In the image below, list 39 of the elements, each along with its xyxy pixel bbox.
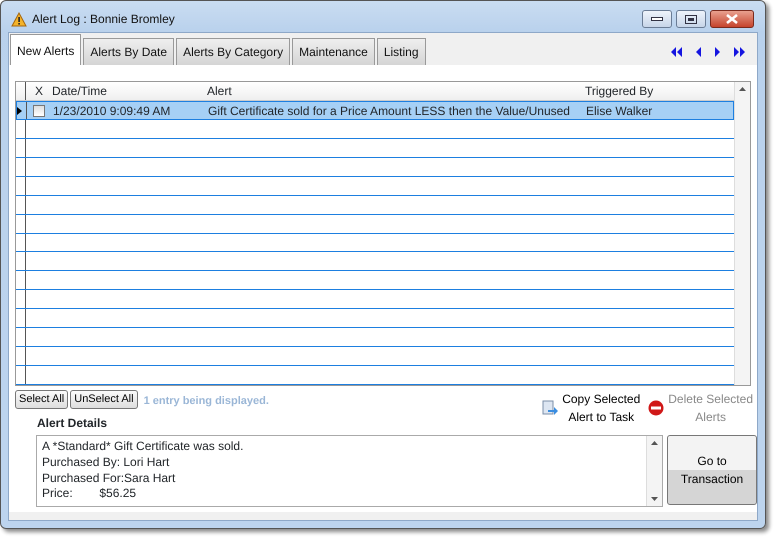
next-page-icon[interactable] [715, 47, 720, 57]
window-title: Alert Log : Bonnie Bromley [32, 11, 175, 28]
table-cell-text: Gift Certificate sold for a Price Amount LESS then the Value/Unused [207, 102, 571, 120]
row-checkbox[interactable] [32, 104, 44, 116]
tab[interactable]: Listing [376, 38, 426, 65]
first-page-icon[interactable] [671, 47, 682, 57]
column-header[interactable]: Date/Time [49, 82, 204, 100]
column-header[interactable]: Triggered By [582, 82, 734, 100]
maximize-icon [685, 14, 697, 24]
no-entry-icon [648, 400, 664, 416]
warning-icon [11, 12, 27, 26]
minimize-button[interactable] [642, 10, 672, 28]
section-title: Alert Details [37, 415, 108, 432]
scroll-up-icon[interactable] [651, 441, 658, 445]
select-button[interactable]: UnSelect All [70, 390, 138, 410]
last-page-icon[interactable] [734, 47, 745, 57]
go-to-transaction-button[interactable]: Go to Transaction [667, 435, 757, 505]
details-box[interactable]: A *Standard* Gift Certificate was sold. Purchased By: Lori Hart Purchased For:Sara Hart Price: $56.25 [36, 435, 664, 507]
tab[interactable]: Alerts By Date [83, 38, 174, 65]
scroll-up-icon[interactable] [739, 87, 746, 91]
table-cell-text: 1/23/2010 9:09:49 AM [52, 102, 172, 120]
minimize-icon [651, 17, 663, 21]
select-button[interactable]: Select All [15, 390, 68, 410]
document-arrow-icon [542, 400, 558, 416]
status-text: 1 entry being displayed. [144, 394, 269, 409]
tab[interactable]: Alerts By Category [176, 38, 290, 65]
row-pointer-icon [17, 106, 22, 114]
close-button[interactable] [710, 10, 754, 28]
tab[interactable]: Maintenance [292, 38, 375, 65]
previous-page-icon[interactable] [696, 47, 701, 57]
table-row[interactable]: 1/23/2010 9:09:49 AM Gift Certificate sold for a Price Amount LESS then the Value/Unused Elise Walker [16, 101, 734, 120]
tab[interactable]: New Alerts [10, 34, 82, 65]
scroll-down-icon[interactable] [651, 497, 658, 501]
column-header[interactable]: Alert [204, 82, 582, 100]
action-button[interactable]: Copy Selected Alert to Task [542, 390, 640, 426]
close-icon [726, 14, 738, 24]
table-cell-text: Elise Walker [585, 102, 654, 120]
maximize-button[interactable] [676, 10, 706, 28]
column-header[interactable]: X [26, 82, 49, 100]
